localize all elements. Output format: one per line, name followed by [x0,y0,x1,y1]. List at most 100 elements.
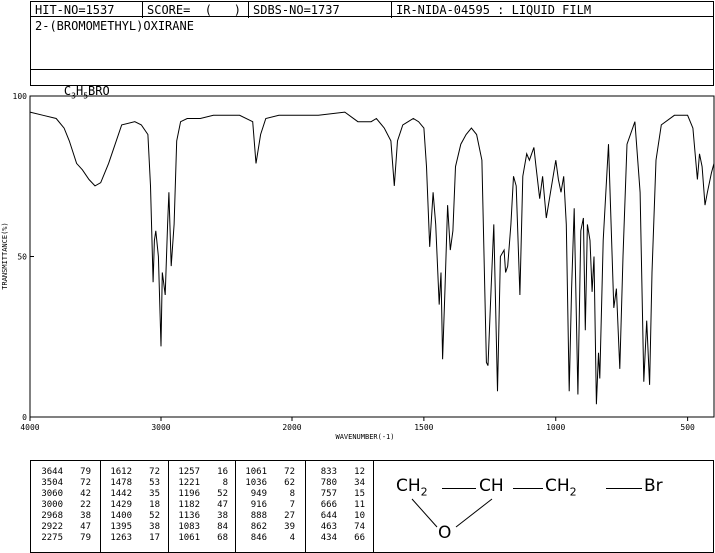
peak-wavenumber: 1442 [110,489,132,499]
peak-transmittance: 34 [354,478,365,488]
peak-row: 1612 72 [102,467,160,478]
peak-wavenumber: 2275 [41,533,63,543]
peak-transmittance: 35 [149,489,160,499]
epoxide-bonds [411,498,493,528]
peak-row: 780 34 [307,478,365,489]
peak-wavenumber: 780 [320,478,337,488]
peak-wavenumber: 434 [320,533,337,543]
peak-wavenumber: 1395 [110,522,132,532]
peak-wavenumber: 1136 [178,511,200,521]
peak-transmittance: 12 [354,467,365,477]
peak-wavenumber: 666 [320,500,337,510]
peak-transmittance: 66 [354,533,365,543]
peak-row: 916 7 [237,500,295,511]
peak-wavenumber: 1478 [110,478,132,488]
ir-spectrum-chart: 0 50 100 4000 3000 2000 1500 1000 500 WAVENUMBE… [1,92,715,441]
peak-transmittance: 68 [217,533,228,543]
peak-row: 1400 52 [102,511,160,522]
peak-row: 1221 8 [170,478,228,489]
peak-transmittance: 52 [217,489,228,499]
peak-transmittance: 42 [80,489,91,499]
peak-transmittance: 62 [284,478,295,488]
peak-transmittance: 74 [354,522,365,532]
peak-transmittance: 52 [149,511,160,521]
peak-wavenumber: 949 [250,489,267,499]
peak-row: 3000 22 [33,500,91,511]
peak-transmittance: 38 [217,511,228,521]
peak-column: 3644 79 3504 72 3060 42 3000 22 2968 38 2922 47 2275… [33,467,91,544]
peak-wavenumber: 916 [250,500,267,510]
peak-transmittance: 11 [354,500,365,510]
peak-wavenumber: 3000 [41,500,63,510]
peak-wavenumber: 1036 [245,478,267,488]
peak-row: 833 12 [307,467,365,478]
peak-transmittance: 79 [80,533,91,543]
spectrum-line [29,111,715,405]
peak-wavenumber: 1429 [110,500,132,510]
structure-diagram: CH2 CH CH2 Br O [374,461,713,552]
peak-transmittance: 10 [354,511,365,521]
peak-row: 1263 17 [102,533,160,544]
x-tick-label: 3000 [151,423,170,432]
peak-row: 846 4 [237,533,295,544]
peak-wavenumber: 644 [320,511,337,521]
peak-transmittance: 17 [149,533,160,543]
peak-row: 3644 79 [33,467,91,478]
peak-transmittance: 72 [284,467,295,477]
peak-row: 757 15 [307,489,365,500]
peak-wavenumber: 1257 [178,467,200,477]
peak-transmittance: 72 [149,467,160,477]
peak-row: 434 66 [307,533,365,544]
peak-transmittance: 16 [217,467,228,477]
peak-wavenumber: 1083 [178,522,200,532]
peak-row: 1083 84 [170,522,228,533]
peak-wavenumber: 1221 [178,478,200,488]
peak-row: 644 10 [307,511,365,522]
peak-wavenumber: 463 [320,522,337,532]
peak-row: 2922 47 [33,522,91,533]
peak-transmittance: 53 [149,478,160,488]
peak-wavenumber: 2922 [41,522,63,532]
peak-row: 1478 53 [102,478,160,489]
peak-transmittance: 7 [289,500,295,510]
peak-transmittance: 38 [80,511,91,521]
peak-row: 1257 16 [170,467,228,478]
peak-transmittance: 15 [354,489,365,499]
peak-wavenumber: 862 [250,522,267,532]
peak-row: 888 27 [237,511,295,522]
peak-transmittance: 39 [284,522,295,532]
x-axis-ticks: 4000 3000 2000 1500 1000 500 [20,417,695,432]
peak-row: 1196 52 [170,489,228,500]
y-axis-label: TRANSMITTANCE(%) [1,222,9,289]
x-tick-label: 1000 [546,423,565,432]
peak-row: 862 39 [237,522,295,533]
peak-column: 1257 16 1221 8 1196 52 1182 47 1136 38 1083 84 1061 6… [170,467,228,544]
peak-row: 2968 38 [33,511,91,522]
peak-wavenumber: 3504 [41,478,63,488]
peak-transmittance: 47 [217,500,228,510]
peak-row: 1036 62 [237,478,295,489]
peak-wavenumber: 1263 [110,533,132,543]
peak-column: 1061 72 1036 62 949 8 916 7 888 27 862 39 846 4 [237,467,295,544]
y-tick-label: 50 [17,253,27,262]
peak-transmittance: 84 [217,522,228,532]
peak-wavenumber: 757 [320,489,337,499]
peak-row: 3060 42 [33,489,91,500]
peak-row: 666 11 [307,500,365,511]
x-tick-label: 1500 [414,423,433,432]
peak-row: 1442 35 [102,489,160,500]
peak-wavenumber: 1182 [178,500,200,510]
y-axis-ticks: 0 50 100 [13,92,34,422]
x-tick-label: 500 [680,423,695,432]
peak-wavenumber: 1612 [110,467,132,477]
y-tick-label: 0 [22,413,27,422]
peak-row: 1061 72 [237,467,295,478]
peak-row: 1136 38 [170,511,228,522]
peak-wavenumber: 3060 [41,489,63,499]
peak-transmittance: 4 [289,533,295,543]
x-axis-label: WAVENUMBER(-1) [335,433,394,441]
peak-transmittance: 38 [149,522,160,532]
peak-row: 2275 79 [33,533,91,544]
peak-wavenumber: 2968 [41,511,63,521]
peak-wavenumber: 1196 [178,489,200,499]
